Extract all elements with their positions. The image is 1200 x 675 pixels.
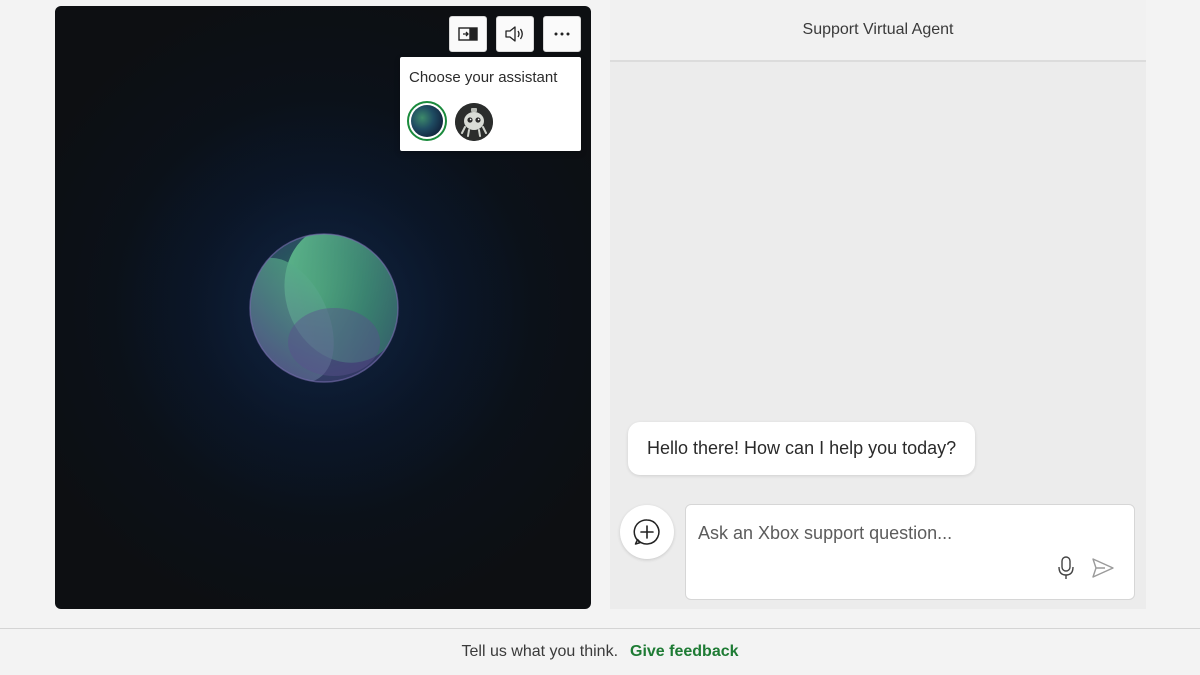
more-options-button[interactable]	[543, 16, 581, 52]
choose-assistant-popup: Choose your assistant	[400, 57, 581, 151]
assistant-orb-icon	[249, 233, 399, 383]
support-page: Choose your assistant Support Virtual Ag…	[0, 0, 1200, 675]
chat-panel: Support Virtual Agent Hello there! How c…	[610, 0, 1146, 609]
panel-toggle-icon	[458, 27, 478, 41]
popup-title: Choose your assistant	[409, 69, 558, 86]
assistant-option-orb[interactable]	[407, 101, 447, 141]
add-circle-icon	[633, 519, 660, 545]
add-attachment-button[interactable]	[620, 505, 674, 559]
sound-button[interactable]	[496, 16, 534, 52]
panel-toggle-button[interactable]	[449, 16, 487, 52]
assistant-option-robot[interactable]	[455, 103, 493, 141]
question-input[interactable]	[698, 519, 1118, 547]
microphone-icon[interactable]	[1056, 555, 1076, 581]
question-input-box	[685, 504, 1135, 600]
feedback-footer: Tell us what you think. Give feedback	[0, 628, 1200, 675]
send-icon[interactable]	[1091, 557, 1115, 579]
feedback-prompt: Tell us what you think.	[461, 643, 619, 660]
chat-header: Support Virtual Agent	[610, 0, 1146, 62]
orb-avatar-icon	[411, 105, 443, 137]
speaker-icon	[505, 26, 523, 42]
more-options-icon	[554, 32, 570, 36]
give-feedback-link[interactable]: Give feedback	[630, 643, 739, 661]
bot-message-bubble: Hello there! How can I help you today?	[628, 422, 976, 475]
chat-title: Support Virtual Agent	[802, 21, 954, 38]
bot-message-text: Hello there! How can I help you today?	[647, 438, 957, 458]
assistant-video-panel: Choose your assistant	[55, 6, 591, 609]
robot-avatar-icon	[455, 103, 493, 141]
